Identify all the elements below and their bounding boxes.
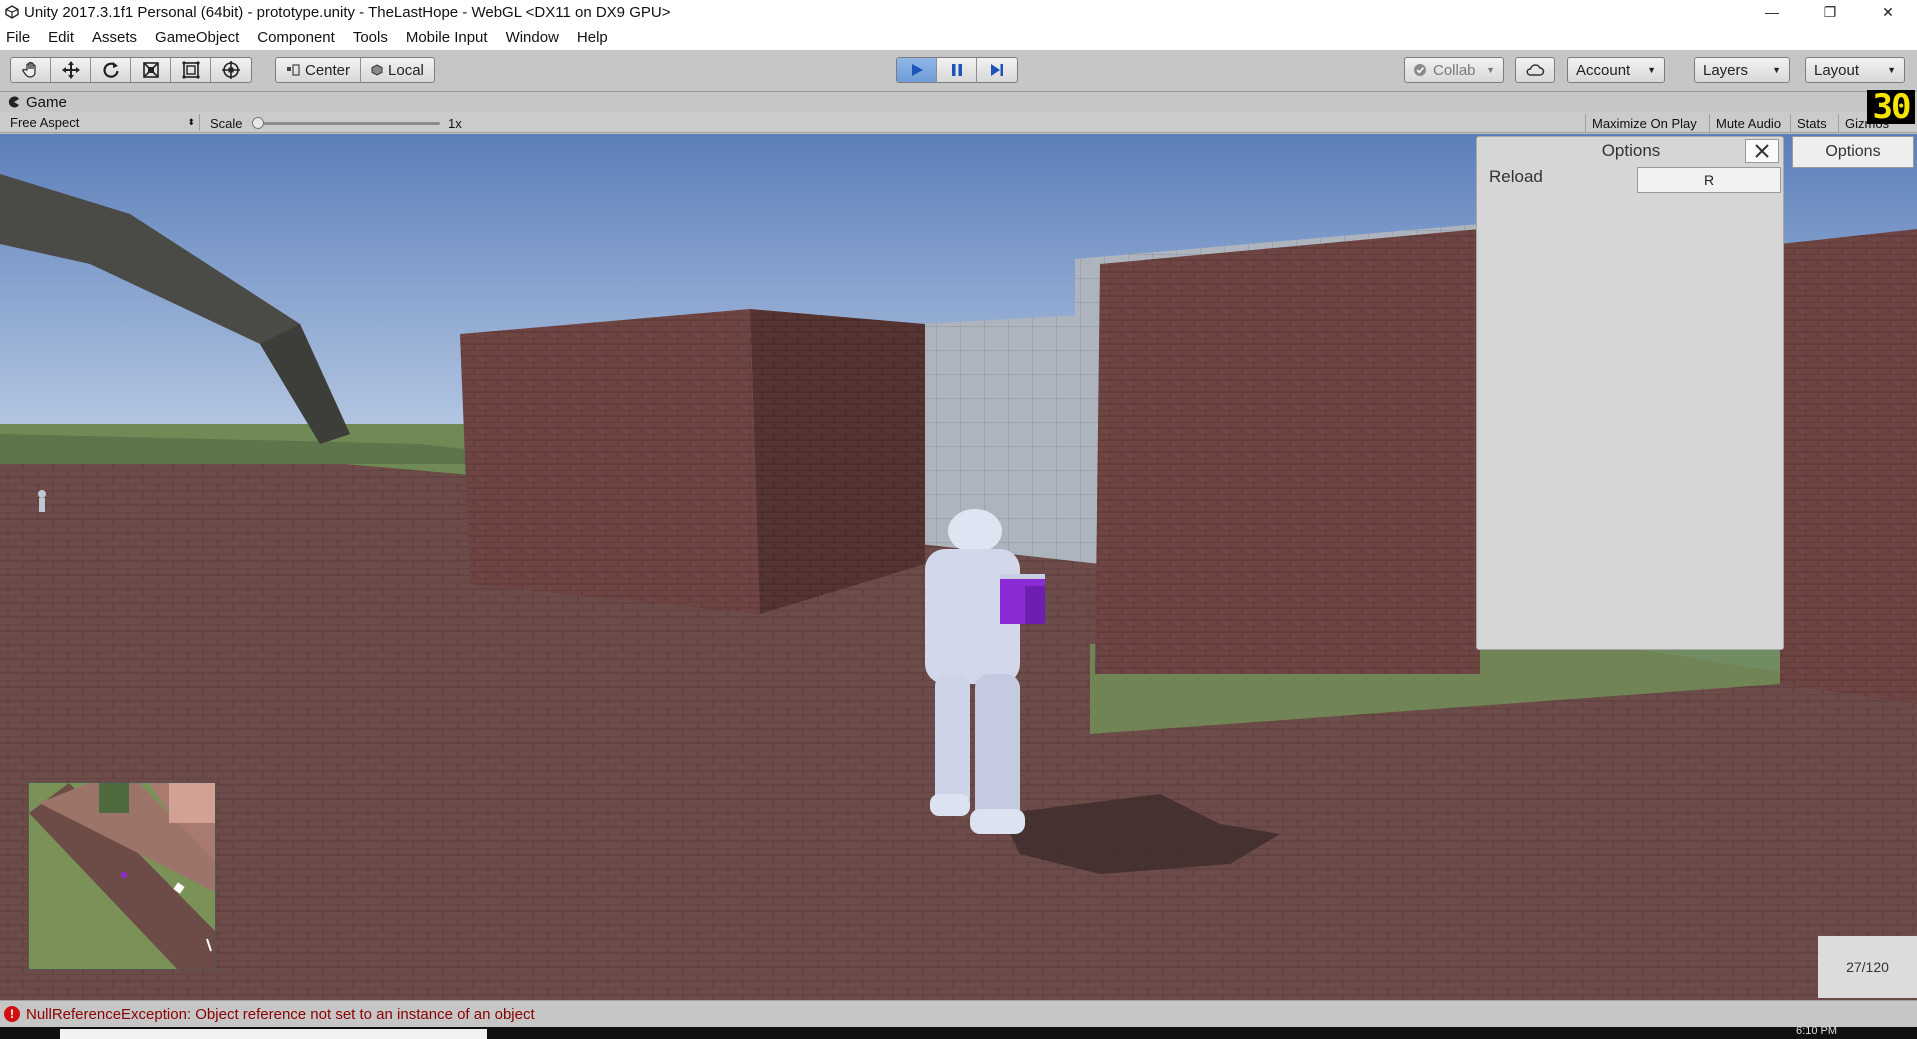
cloud-button[interactable] [1515, 57, 1555, 83]
console-status-bar[interactable]: ! NullReferenceException: Object referen… [0, 1000, 1917, 1027]
game-pacman-icon [8, 96, 19, 108]
minimap-image [29, 783, 215, 969]
scale-icon [142, 62, 159, 78]
layers-dropdown[interactable]: Layers ▼ [1694, 57, 1790, 83]
transform-tools [10, 57, 252, 83]
scale-value: 1x [448, 116, 462, 131]
transform-tool-button[interactable] [211, 58, 251, 82]
close-window-button[interactable]: ✕ [1859, 0, 1917, 24]
mute-audio-toggle[interactable]: Mute Audio [1709, 114, 1787, 132]
pause-icon [951, 64, 962, 76]
ammo-counter: 27/120 [1818, 936, 1917, 998]
pivot-toggles: Center Local [275, 57, 435, 83]
play-icon [911, 64, 923, 76]
menu-tools[interactable]: Tools [353, 29, 397, 46]
maximize-on-play-toggle[interactable]: Maximize On Play [1585, 114, 1703, 132]
account-dropdown[interactable]: Account ▼ [1567, 57, 1665, 83]
status-message: NullReferenceException: Object reference… [26, 1005, 535, 1023]
pivot-center-button[interactable]: Center [276, 58, 362, 82]
menu-help[interactable]: Help [577, 29, 617, 46]
pivot-local-button[interactable]: Local [361, 58, 434, 82]
local-cube-icon [371, 64, 383, 76]
move-arrows-icon [61, 61, 80, 79]
options-panel-title: Options [1601, 141, 1661, 160]
options-panel: Options Reload R [1476, 136, 1784, 650]
maximize-button[interactable]: ❐ [1801, 0, 1859, 24]
reload-label: Reload [1489, 167, 1543, 186]
account-label: Account [1576, 61, 1631, 79]
combined-transform-icon [222, 61, 240, 79]
menu-mobile-input[interactable]: Mobile Input [406, 29, 497, 46]
menu-assets[interactable]: Assets [92, 29, 146, 46]
pause-button[interactable] [937, 58, 977, 82]
unity-logo-icon [4, 4, 20, 20]
chevron-down-icon: ▼ [1486, 65, 1495, 75]
menu-component[interactable]: Component [257, 29, 344, 46]
collab-dropdown[interactable]: Collab ▼ [1404, 57, 1504, 83]
error-icon: ! [4, 1006, 20, 1022]
pivot-local-label: Local [388, 61, 424, 79]
window-title-bar: Unity 2017.3.1f1 Personal (64bit) - prot… [0, 0, 1917, 24]
scale-label: Scale [210, 116, 243, 131]
layout-label: Layout [1814, 61, 1860, 79]
stats-toggle[interactable]: Stats [1790, 114, 1833, 132]
layers-label: Layers [1703, 61, 1749, 79]
step-forward-icon [991, 64, 1003, 76]
os-taskbar: 6:10 PM [0, 1025, 1917, 1039]
collab-check-icon [1414, 64, 1426, 76]
rotate-icon [103, 62, 119, 78]
game-tab-strip: Game [0, 92, 1917, 112]
minimap [28, 782, 216, 970]
play-button[interactable] [897, 58, 937, 82]
options-close-button[interactable] [1745, 139, 1779, 163]
taskbar-search-box[interactable] [60, 1029, 487, 1039]
pivot-center-label: Center [305, 61, 351, 79]
move-tool-button[interactable] [51, 58, 91, 82]
play-controls [896, 57, 1018, 83]
game-view-toolbar: Free Aspect ⬍ Scale 1x Maximize On Play … [0, 112, 1917, 133]
menu-edit[interactable]: Edit [48, 29, 83, 46]
close-icon [1755, 144, 1769, 158]
window-title: Unity 2017.3.1f1 Personal (64bit) - prot… [24, 3, 671, 21]
layout-dropdown[interactable]: Layout ▼ [1805, 57, 1905, 83]
reload-key-binding-button[interactable]: R [1637, 167, 1781, 193]
scale-slider-thumb[interactable] [252, 117, 264, 129]
scale-slider-track[interactable] [256, 122, 440, 125]
game-viewport[interactable]: Options Reload R Options 27/120 [0, 134, 1917, 1000]
rect-tool-button[interactable] [171, 58, 211, 82]
fps-counter: 30 [1867, 90, 1915, 124]
menu-gameobject[interactable]: GameObject [155, 29, 248, 46]
tab-game[interactable]: Game [0, 94, 67, 111]
main-toolbar: Center Local Collab ▼ Account ▼ Layers ▼… [0, 50, 1917, 92]
collab-label: Collab [1433, 61, 1476, 79]
rotate-tool-button[interactable] [91, 58, 131, 82]
chevron-down-icon: ▼ [1887, 65, 1896, 75]
tab-game-label: Game [26, 93, 67, 111]
options-button[interactable]: Options [1792, 136, 1914, 168]
chevron-down-icon: ▼ [1647, 65, 1656, 75]
pivot-center-icon [287, 64, 300, 76]
minimize-button[interactable]: — [1743, 0, 1801, 24]
taskbar-clock: 6:10 PM [1796, 1025, 1837, 1037]
aspect-dropdown[interactable]: Free Aspect ⬍ [4, 114, 200, 131]
aspect-label: Free Aspect [10, 115, 80, 130]
menu-window[interactable]: Window [506, 29, 568, 46]
hand-tool-button[interactable] [11, 58, 51, 82]
menu-bar: File Edit Assets GameObject Component To… [0, 24, 1917, 50]
step-button[interactable] [977, 58, 1017, 82]
rect-transform-icon [181, 61, 200, 79]
updown-caret-icon: ⬍ [187, 117, 195, 127]
cloud-icon [1526, 64, 1545, 76]
scale-tool-button[interactable] [131, 58, 171, 82]
hand-icon [21, 61, 36, 78]
menu-file[interactable]: File [6, 29, 39, 46]
chevron-down-icon: ▼ [1772, 65, 1781, 75]
